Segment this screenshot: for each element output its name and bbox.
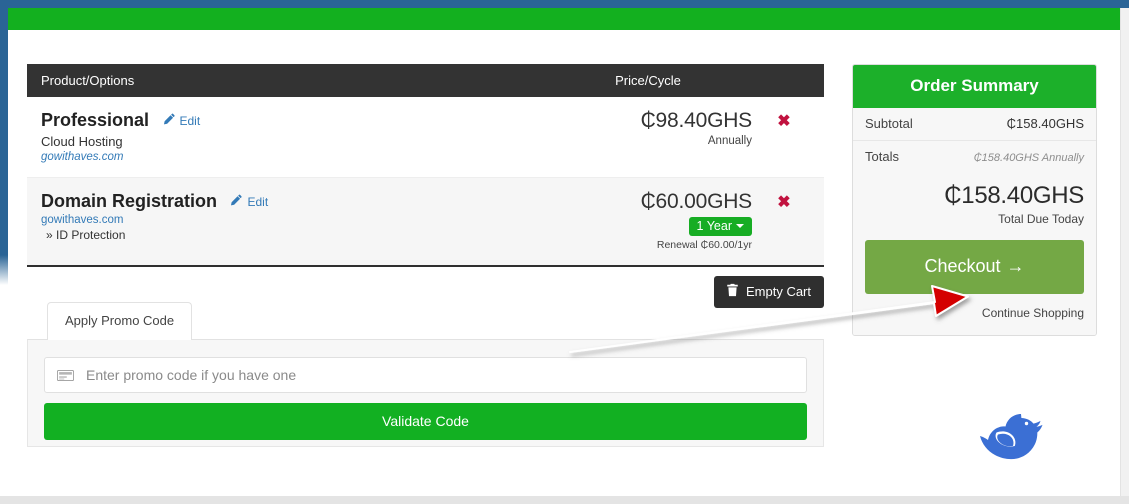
chevron-down-icon — [736, 223, 744, 228]
cart-row-price: ₵98.40GHS — [640, 109, 753, 132]
summary-subtotal-label: Subtotal — [865, 116, 913, 131]
tab-apply-promo-code[interactable]: Apply Promo Code — [47, 302, 193, 340]
continue-shopping-wrap: Continue Shopping — [853, 294, 1096, 335]
cart-row-remove-cell: ✖ — [758, 109, 810, 163]
table-row: Domain Registration Edit gowithaves.com … — [27, 178, 824, 267]
empty-cart-label: Empty Cart — [745, 284, 811, 299]
edit-product-label: Edit — [179, 113, 201, 128]
term-dropdown-label: 1 Year — [696, 219, 732, 233]
summary-total-amount: ₵158.40GHS — [944, 182, 1084, 209]
x-remove-icon[interactable]: ✖ — [777, 114, 790, 130]
summary-total-block: ₵158.40GHS Total Due Today — [853, 173, 1096, 232]
order-summary-title: Order Summary — [853, 65, 1096, 108]
cart-row-price: ₵60.00GHS — [640, 190, 753, 213]
trash-icon — [726, 283, 739, 300]
continue-shopping-link[interactable]: Continue Shopping — [982, 306, 1084, 320]
blue-bird-logo — [976, 410, 1050, 468]
checkout-button-label: Checkout — [924, 256, 1001, 276]
promo-code-input[interactable] — [84, 366, 794, 384]
page-footer-strip — [0, 496, 1129, 504]
cart-row-price-cell: ₵98.40GHS Annually — [538, 109, 758, 163]
term-dropdown[interactable]: 1 Year — [688, 217, 752, 236]
order-summary-body: Subtotal ₵158.40GHS Totals ₵158.40GHS An… — [853, 108, 1096, 335]
cart-row-subtitle: Cloud Hosting — [41, 134, 123, 149]
x-remove-icon[interactable]: ✖ — [777, 195, 790, 211]
cart-panel: Product/Options Price/Cycle Professional… — [27, 64, 824, 308]
cart-row-renewal: Renewal ₵60.00/1yr — [656, 239, 752, 251]
summary-row-totals: Totals ₵158.40GHS Annually — [853, 141, 1096, 173]
site-top-green-bar — [8, 8, 1120, 30]
cart-row-term-wrap: 1 Year — [538, 214, 752, 236]
page-root: Product/Options Price/Cycle Professional… — [0, 0, 1129, 504]
promo-input-group — [44, 357, 807, 393]
promo-panel-body: Validate Code — [27, 339, 824, 447]
pencil-icon — [230, 194, 243, 210]
cart-row-product-info: Domain Registration Edit gowithaves.com … — [41, 190, 538, 251]
table-row: Professional Edit Cloud Hosting gowithav… — [27, 97, 824, 178]
checkout-button[interactable]: Checkout → — [865, 240, 1084, 294]
validate-code-button[interactable]: Validate Code — [44, 403, 807, 440]
cart-row-domain[interactable]: gowithaves.com — [41, 214, 538, 226]
ticket-icon — [57, 369, 74, 382]
summary-totals-value: ₵158.40GHS Annually — [973, 152, 1084, 164]
cart-header-price-label: Price/Cycle — [615, 73, 681, 88]
edit-product-link[interactable]: Edit — [163, 113, 201, 130]
cart-row-domain[interactable]: gowithaves.com — [41, 151, 538, 163]
cart-row-remove-cell: ✖ — [758, 190, 810, 251]
promo-panel: Apply Promo Code Validate Code — [27, 302, 824, 447]
cart-row-addon: » ID Protection — [46, 228, 126, 242]
summary-subtotal-value: ₵158.40GHS — [1006, 116, 1084, 131]
cart-header-product-label: Product/Options — [41, 73, 135, 88]
cart-row-billing-cycle: Annually — [707, 135, 752, 147]
checkout-button-wrap: Checkout → — [853, 232, 1096, 294]
pencil-icon — [163, 113, 176, 129]
cart-table-header: Product/Options Price/Cycle — [27, 64, 824, 97]
edit-product-label: Edit — [247, 194, 269, 209]
summary-row-subtotal: Subtotal ₵158.40GHS — [853, 108, 1096, 141]
page-scrollbar[interactable] — [1120, 8, 1129, 496]
browser-chrome-left-fade — [0, 255, 8, 285]
arrow-right-icon: → — [1006, 256, 1025, 276]
edit-product-link[interactable]: Edit — [230, 194, 269, 211]
cart-row-product-info: Professional Edit Cloud Hosting gowithav… — [41, 109, 538, 163]
browser-chrome-left-edge — [0, 0, 8, 270]
summary-total-label: Total Due Today — [998, 212, 1084, 226]
cart-row-product-name: Domain Registration — [41, 191, 218, 211]
browser-chrome-top-edge — [0, 0, 1129, 8]
promo-tab-strip: Apply Promo Code — [27, 302, 824, 340]
summary-totals-label: Totals — [865, 149, 899, 164]
order-summary-panel: Order Summary Subtotal ₵158.40GHS Totals… — [852, 64, 1097, 336]
cart-row-product-name: Professional — [41, 110, 150, 130]
cart-row-price-cell: ₵60.00GHS 1 Year Renewal ₵60.00/1yr — [538, 190, 758, 251]
